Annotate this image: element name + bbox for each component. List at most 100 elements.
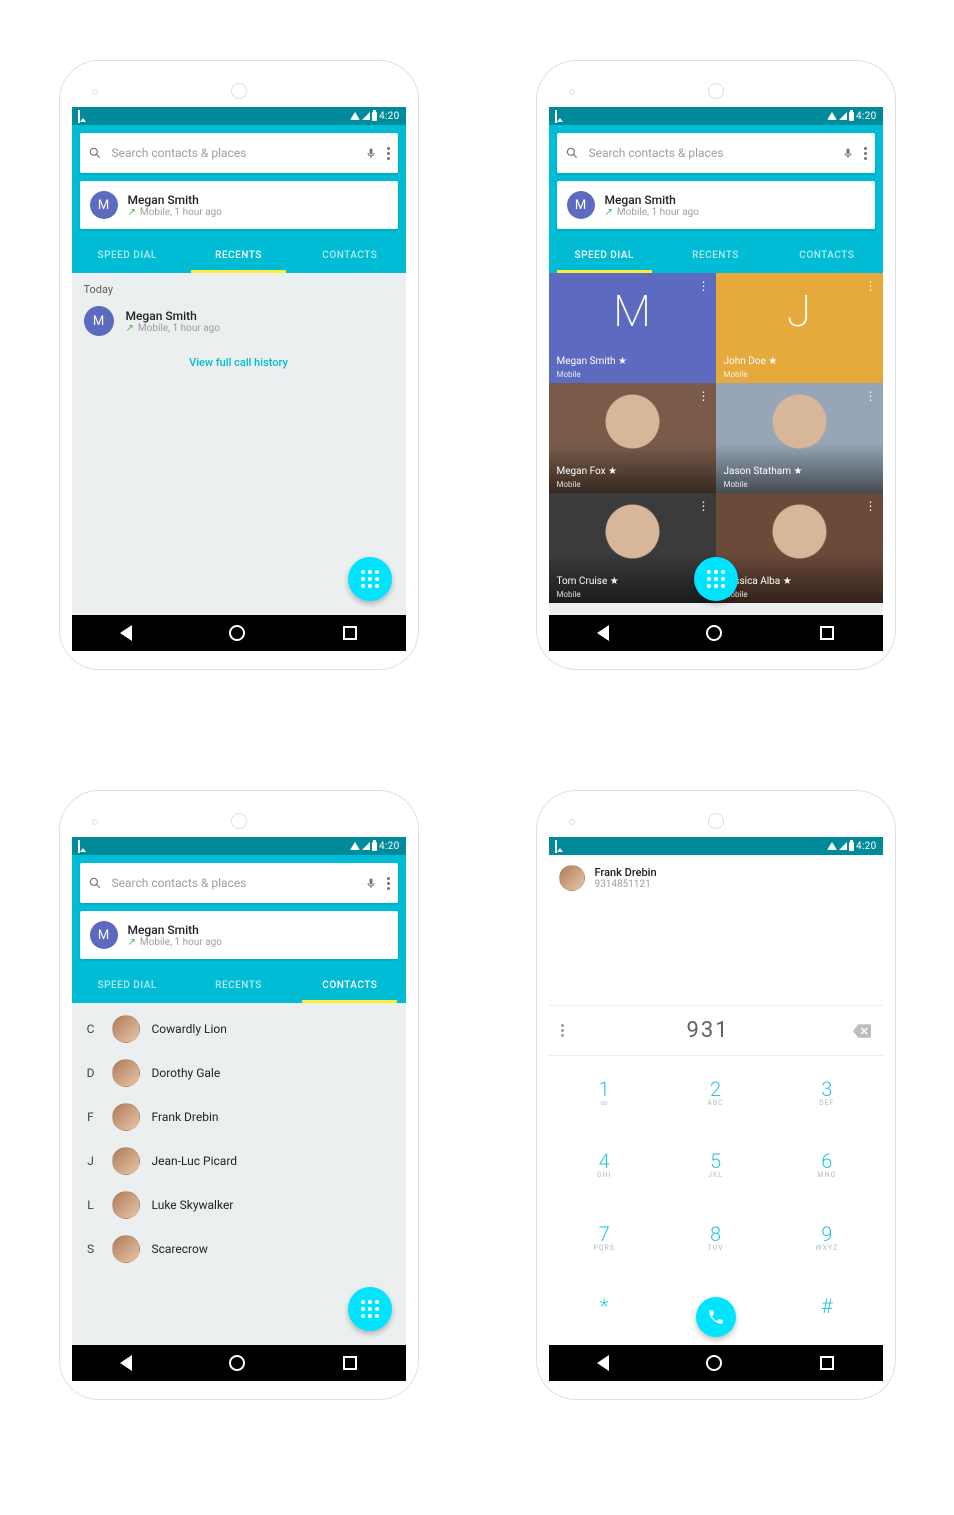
- mic-icon[interactable]: [365, 146, 377, 160]
- phone-speed-dial: 4:20 Search contacts & places M Megan Sm…: [536, 60, 896, 670]
- recent-call-row[interactable]: M Megan Smith ↗Mobile, 1 hour ago: [72, 300, 406, 342]
- speed-dial-tile[interactable]: M⋮Megan Smith ★Mobile: [549, 273, 716, 383]
- avatar: M: [90, 921, 118, 949]
- suggested-contact-card[interactable]: M Megan Smith ↗Mobile, 1 hour ago: [80, 911, 398, 959]
- dial-key-2[interactable]: 2ABC: [660, 1056, 771, 1128]
- contact-row[interactable]: JJean-Luc Picard: [72, 1139, 406, 1183]
- overflow-icon[interactable]: ⋮: [698, 389, 710, 403]
- view-full-history-link[interactable]: View full call history: [72, 342, 406, 383]
- contact-row[interactable]: CCowardly Lion: [72, 1007, 406, 1051]
- suggested-contact-card[interactable]: M Megan Smith ↗Mobile, 1 hour ago: [80, 181, 398, 229]
- nav-home-button[interactable]: [229, 1355, 245, 1371]
- tile-initial: M: [557, 281, 708, 341]
- search-input[interactable]: Search contacts & places: [80, 863, 398, 903]
- dialpad-fab[interactable]: [694, 557, 738, 601]
- speed-dial-grid: M⋮Megan Smith ★MobileJ⋮John Doe ★Mobile⋮…: [549, 273, 883, 603]
- nav-recent-button[interactable]: [343, 626, 357, 640]
- dial-key-5[interactable]: 5JKL: [660, 1128, 771, 1200]
- battery-icon: [849, 842, 854, 851]
- overflow-icon[interactable]: ⋮: [698, 279, 710, 293]
- tabs: SPEED DIAL RECENTS CONTACTS: [549, 237, 883, 273]
- avatar: [112, 1103, 140, 1131]
- search-icon: [565, 146, 579, 160]
- tab-contacts[interactable]: CONTACTS: [771, 237, 882, 273]
- tab-recents[interactable]: RECENTS: [183, 237, 294, 273]
- tile-name: Jason Statham ★: [724, 466, 803, 477]
- contact-row[interactable]: LLuke Skywalker: [72, 1183, 406, 1227]
- dialpad-icon: [361, 1300, 379, 1318]
- status-bar: 4:20: [72, 107, 406, 125]
- image-icon: [555, 110, 557, 123]
- dial-key-#[interactable]: #: [771, 1273, 882, 1345]
- speed-dial-tile[interactable]: ⋮Megan Fox ★Mobile: [549, 383, 716, 493]
- index-letter: F: [82, 1110, 100, 1124]
- overflow-icon[interactable]: ⋮: [865, 279, 877, 293]
- status-bar: 4:20: [549, 107, 883, 125]
- search-input[interactable]: Search contacts & places: [557, 133, 875, 173]
- dialpad-icon: [361, 570, 379, 588]
- nav-home-button[interactable]: [706, 625, 722, 641]
- tab-speed-dial[interactable]: SPEED DIAL: [549, 237, 660, 273]
- outgoing-icon: ↗: [128, 937, 136, 948]
- nav-bar: [549, 615, 883, 651]
- nav-back-button[interactable]: [597, 1355, 609, 1371]
- status-bar: 4:20: [72, 837, 406, 855]
- overflow-icon[interactable]: [387, 147, 390, 160]
- tab-speed-dial[interactable]: SPEED DIAL: [72, 237, 183, 273]
- dialer-matched-contact[interactable]: Frank Drebin 9314851121: [559, 865, 873, 891]
- dialpad-fab[interactable]: [348, 557, 392, 601]
- nav-back-button[interactable]: [120, 1355, 132, 1371]
- dialpad-fab[interactable]: [348, 1287, 392, 1331]
- speed-dial-tile[interactable]: ⋮Tom Cruise ★Mobile: [549, 493, 716, 603]
- outgoing-icon: ↗: [128, 207, 136, 218]
- dial-key-6[interactable]: 6MNO: [771, 1128, 882, 1200]
- contact-name: Megan Smith: [128, 923, 223, 937]
- overflow-icon[interactable]: ⋮: [865, 499, 877, 513]
- nav-recent-button[interactable]: [343, 1356, 357, 1370]
- tab-recents[interactable]: RECENTS: [183, 967, 294, 1003]
- nav-recent-button[interactable]: [820, 626, 834, 640]
- contacts-list: CCowardly LionDDorothy GaleFFrank Drebin…: [72, 1003, 406, 1271]
- recent-name: Megan Smith: [126, 309, 221, 323]
- overflow-icon[interactable]: ⋮: [698, 499, 710, 513]
- status-bar: 4:20: [549, 837, 883, 855]
- dial-key-3[interactable]: 3DEF: [771, 1056, 882, 1128]
- tabs: SPEED DIAL RECENTS CONTACTS: [72, 967, 406, 1003]
- overflow-icon[interactable]: ⋮: [865, 389, 877, 403]
- status-time: 4:20: [856, 841, 876, 852]
- dial-key-7[interactable]: 7PQRS: [549, 1201, 660, 1273]
- contact-row[interactable]: SScarecrow: [72, 1227, 406, 1271]
- dial-key-4[interactable]: 4GHI: [549, 1128, 660, 1200]
- suggested-contact-card[interactable]: M Megan Smith ↗Mobile, 1 hour ago: [557, 181, 875, 229]
- signal-icon: [839, 112, 847, 120]
- contact-name: Megan Smith: [605, 193, 700, 207]
- phone-contacts: 4:20 Search contacts & places M Megan Sm…: [59, 790, 419, 1400]
- overflow-icon[interactable]: [387, 877, 390, 890]
- speed-dial-tile[interactable]: J⋮John Doe ★Mobile: [716, 273, 883, 383]
- overflow-icon[interactable]: [864, 147, 867, 160]
- tab-contacts[interactable]: CONTACTS: [294, 967, 405, 1003]
- contact-row[interactable]: DDorothy Gale: [72, 1051, 406, 1095]
- backspace-icon[interactable]: [853, 1024, 871, 1038]
- dial-key-9[interactable]: 9WXYZ: [771, 1201, 882, 1273]
- battery-icon: [372, 842, 377, 851]
- nav-home-button[interactable]: [229, 625, 245, 641]
- dial-key-8[interactable]: 8TUV: [660, 1201, 771, 1273]
- dial-key-1[interactable]: 1∞: [549, 1056, 660, 1128]
- nav-home-button[interactable]: [706, 1355, 722, 1371]
- search-input[interactable]: Search contacts & places: [80, 133, 398, 173]
- mic-icon[interactable]: [842, 146, 854, 160]
- nav-back-button[interactable]: [597, 625, 609, 641]
- nav-recent-button[interactable]: [820, 1356, 834, 1370]
- contact-row[interactable]: FFrank Drebin: [72, 1095, 406, 1139]
- nav-back-button[interactable]: [120, 625, 132, 641]
- tab-speed-dial[interactable]: SPEED DIAL: [72, 967, 183, 1003]
- contact-name: Dorothy Gale: [152, 1066, 221, 1080]
- call-button[interactable]: [696, 1297, 736, 1337]
- tab-contacts[interactable]: CONTACTS: [294, 237, 405, 273]
- mic-icon[interactable]: [365, 876, 377, 890]
- speed-dial-tile[interactable]: ⋮Jason Statham ★Mobile: [716, 383, 883, 493]
- speed-dial-tile[interactable]: ⋮Jessica Alba ★Mobile: [716, 493, 883, 603]
- tab-recents[interactable]: RECENTS: [660, 237, 771, 273]
- dial-key-*[interactable]: *: [549, 1273, 660, 1345]
